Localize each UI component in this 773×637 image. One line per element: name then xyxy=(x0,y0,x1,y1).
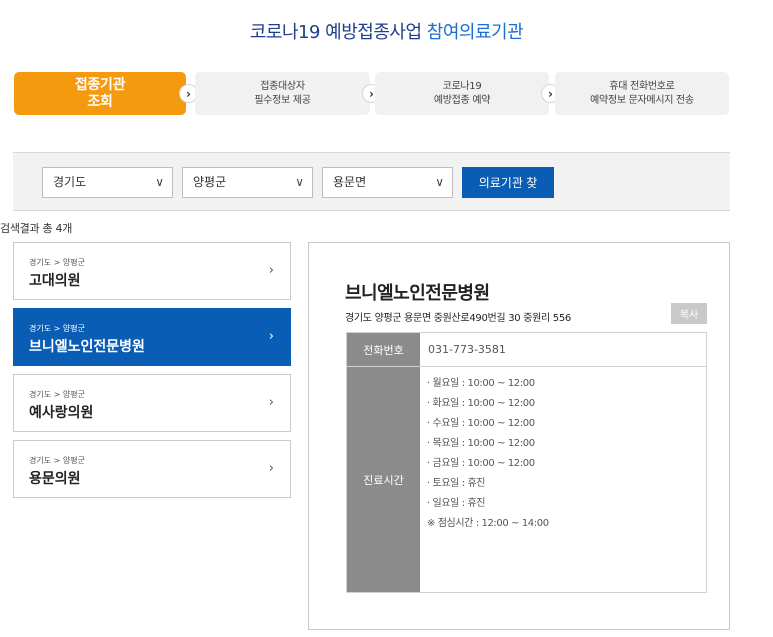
step-1[interactable]: 접종기관 조회 xyxy=(14,72,186,115)
province-select[interactable]: 경기도 ∨ xyxy=(42,167,173,198)
step-1-line1: 접종기관 xyxy=(74,76,126,93)
result-count: 검색결과 총 4개 xyxy=(0,222,73,235)
chevron-right-icon: › xyxy=(268,461,274,476)
list-item[interactable]: 경기도 > 양평군 용문의원 › xyxy=(13,440,291,498)
list-item-name: 브니엘노인전문병원 xyxy=(29,339,145,355)
county-select-value: 양평군 xyxy=(193,175,227,189)
province-select-value: 경기도 xyxy=(53,175,87,189)
list-item-breadcrumb: 경기도 > 양평군 xyxy=(29,258,85,267)
list-item-name: 예사랑의원 xyxy=(29,405,94,421)
hours-row: · 화요일 : 10:00 ~ 12:00 xyxy=(427,398,535,409)
hours-row: · 목요일 : 10:00 ~ 12:00 xyxy=(427,438,535,449)
list-item[interactable]: 경기도 > 양평군 고대의원 › xyxy=(13,242,291,300)
list-item-breadcrumb: 경기도 > 양평군 xyxy=(29,456,85,465)
hours-row: · 일요일 : 휴진 xyxy=(427,498,486,509)
chevron-right-icon: › xyxy=(268,395,274,410)
phone-label: 전화번호 xyxy=(347,333,420,366)
phone-value[interactable]: 031-773-3581 xyxy=(428,333,506,366)
step-4[interactable]: 휴대 전화번호로 예약정보 문자메시지 전송 xyxy=(555,72,729,115)
step-4-line1: 휴대 전화번호로 xyxy=(609,80,675,92)
list-item-name: 용문의원 xyxy=(29,471,81,487)
step-2-line2: 필수정보 제공 xyxy=(254,94,311,106)
list-item[interactable]: 경기도 > 양평군 브니엘노인전문병원 › xyxy=(13,308,291,366)
county-select[interactable]: 양평군 ∨ xyxy=(182,167,313,198)
hours-row: · 월요일 : 10:00 ~ 12:00 xyxy=(427,378,535,389)
page-title-highlight: 참여의료기관 xyxy=(426,22,524,43)
step-progress: 접종기관 조회 › 접종대상자 필수정보 제공 › 코로나19 예방접종 예약 … xyxy=(14,72,729,115)
town-select[interactable]: 용문면 ∨ xyxy=(322,167,453,198)
chevron-down-icon: ∨ xyxy=(295,175,304,189)
find-hospital-button[interactable]: 의료기관 찾 xyxy=(462,167,554,198)
hospital-detail-panel: 브니엘노인전문병원 경기도 양평군 용문면 중원산로490번길 30 중원리 5… xyxy=(308,242,730,630)
hours-row: · 금요일 : 10:00 ~ 12:00 xyxy=(427,458,535,469)
hospital-address: 경기도 양평군 용문면 중원산로490번길 30 중원리 556 xyxy=(345,313,571,324)
step-2[interactable]: 접종대상자 필수정보 제공 xyxy=(195,72,370,115)
chevron-down-icon: ∨ xyxy=(155,175,164,189)
step-4-line2: 예약정보 문자메시지 전송 xyxy=(590,94,694,106)
list-item-breadcrumb: 경기도 > 양평군 xyxy=(29,390,85,399)
step-3-line1: 코로나19 xyxy=(442,80,482,92)
step-1-line2: 조회 xyxy=(87,93,113,110)
lunch-time-note: ※ 점심시간 : 12:00 ~ 14:00 xyxy=(427,518,549,529)
step-3-line2: 예방접종 예약 xyxy=(433,94,491,106)
hospital-info-table: 전화번호 031-773-3581 진료시간 · 월요일 : 10:00 ~ 1… xyxy=(346,332,707,593)
hours-list: · 월요일 : 10:00 ~ 12:00 · 화요일 : 10:00 ~ 12… xyxy=(427,374,549,534)
hours-row: · 토요일 : 휴진 xyxy=(427,478,486,489)
hours-label: 진료시간 xyxy=(347,367,420,592)
hospital-name: 브니엘노인전문병원 xyxy=(345,283,490,304)
chevron-right-icon: › xyxy=(268,263,274,278)
list-item[interactable]: 경기도 > 양평군 예사랑의원 › xyxy=(13,374,291,432)
chevron-right-icon: › xyxy=(268,329,274,344)
step-3[interactable]: 코로나19 예방접종 예약 xyxy=(375,72,549,115)
list-item-name: 고대의원 xyxy=(29,273,81,289)
list-item-breadcrumb: 경기도 > 양평군 xyxy=(29,324,85,333)
hours-row: · 수요일 : 10:00 ~ 12:00 xyxy=(427,418,535,429)
town-select-value: 용문면 xyxy=(333,175,367,189)
step-2-line1: 접종대상자 xyxy=(260,80,305,92)
copy-address-button[interactable]: 복사 xyxy=(671,303,707,324)
chevron-down-icon: ∨ xyxy=(435,175,444,189)
page-title: 코로나19 예방접종사업 참여의료기관 xyxy=(0,18,773,44)
page-title-main: 코로나19 예방접종사업 xyxy=(249,22,427,43)
search-bar: 경기도 ∨ 양평군 ∨ 용문면 ∨ 의료기관 찾 xyxy=(13,152,730,211)
